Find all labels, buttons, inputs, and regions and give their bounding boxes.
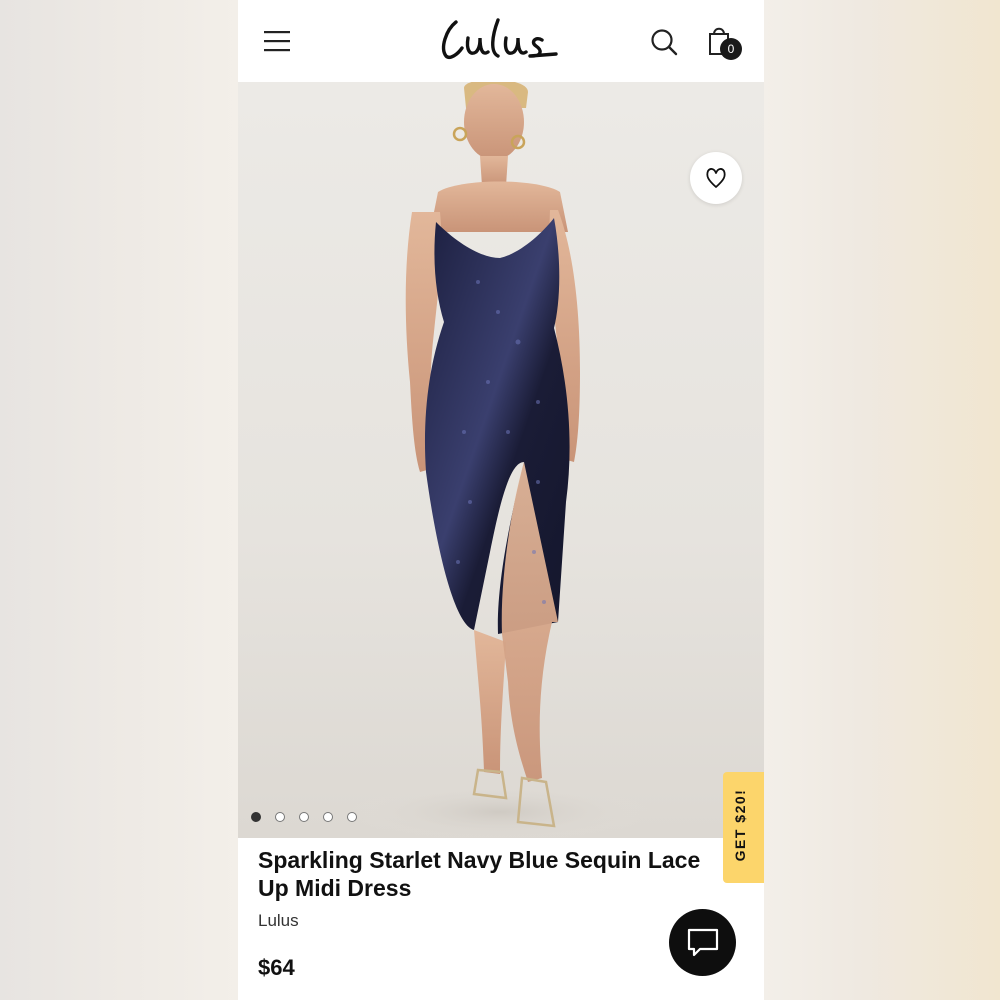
lulus-logo-image (441, 18, 558, 59)
get-20-promo-tab[interactable]: GET $20! (723, 772, 764, 883)
mobile-product-page: 0 GET $20! Sparkling Starlet Navy Blue S… (238, 0, 764, 1000)
search-icon[interactable] (650, 28, 678, 56)
product-image-gallery[interactable] (238, 82, 764, 838)
wishlist-heart-icon[interactable] (690, 152, 742, 204)
site-header: 0 (238, 0, 764, 82)
product-brand[interactable]: Lulus (258, 911, 299, 931)
cart-count-badge: 0 (720, 38, 742, 60)
gallery-dot-2[interactable] (275, 812, 285, 822)
promo-label: GET $20! (732, 788, 748, 862)
blurred-background-right (764, 0, 1000, 1000)
chat-bubble-icon (687, 928, 719, 957)
gallery-dot-4[interactable] (323, 812, 333, 822)
chat-button[interactable] (669, 909, 736, 976)
hamburger-menu-icon[interactable] (264, 30, 290, 52)
product-photo (350, 82, 650, 838)
blurred-background-left (0, 0, 238, 1000)
gallery-dot-5[interactable] (347, 812, 357, 822)
product-title: Sparkling Starlet Navy Blue Sequin Lace … (258, 847, 701, 901)
product-price: $64 (258, 955, 295, 980)
lulus-logo[interactable] (418, 10, 584, 66)
gallery-dot-3[interactable] (299, 812, 309, 822)
gallery-dot-1[interactable] (251, 812, 261, 822)
